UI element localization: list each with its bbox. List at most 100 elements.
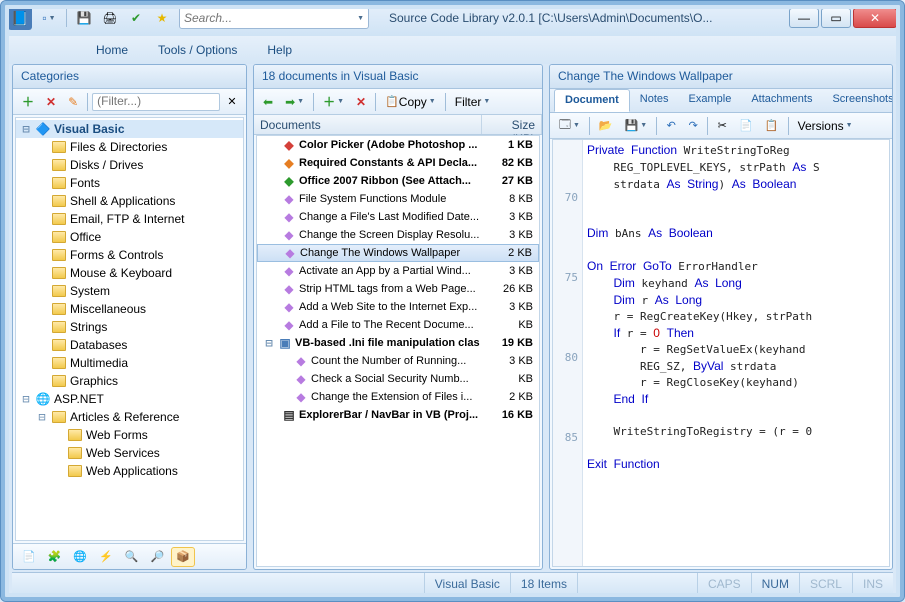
menu-help[interactable]: Help — [261, 40, 298, 60]
doc-row[interactable]: ⊟▣VB-based .Ini file manipulation clas19… — [257, 334, 539, 352]
tree-item[interactable]: Miscellaneous — [16, 300, 243, 318]
category-filter[interactable] — [92, 93, 220, 111]
tree-item[interactable]: Web Applications — [16, 462, 243, 480]
search-dropdown-icon[interactable]: ▼ — [357, 15, 364, 22]
tool-7[interactable]: 📦 — [171, 547, 195, 567]
doc-icon: ◆ — [282, 300, 296, 314]
tree-item[interactable]: Web Forms — [16, 426, 243, 444]
tree-label: Web Services — [86, 446, 160, 460]
minimize-button[interactable]: — — [789, 8, 819, 28]
add-doc-button[interactable]: ＋▼ — [318, 92, 349, 112]
favorite-button[interactable]: ★ — [151, 7, 173, 29]
filter-docs-button[interactable]: Filter▼ — [450, 92, 496, 112]
tab-notes[interactable]: Notes — [630, 89, 679, 112]
expand-icon[interactable]: ⊟ — [263, 336, 275, 350]
doc-row[interactable]: ◆Activate an App by a Partial Wind...3 K… — [257, 262, 539, 280]
tree-item[interactable]: Web Services — [16, 444, 243, 462]
code-editor[interactable]: 70 75 80 85 Private Function WriteString… — [552, 139, 890, 567]
tree-item[interactable]: Databases — [16, 336, 243, 354]
folder-icon — [68, 429, 82, 441]
tree-item[interactable]: Graphics — [16, 372, 243, 390]
versions-button[interactable]: Versions▼ — [793, 116, 858, 136]
save-code-button[interactable]: 💾▼ — [620, 116, 653, 136]
tab-attachments[interactable]: Attachments — [741, 89, 822, 112]
col-documents[interactable]: Documents — [254, 115, 482, 134]
code-content[interactable]: Private Function WriteStringToReg REG_TO… — [583, 140, 889, 566]
back-button[interactable]: ⬅ — [258, 92, 278, 112]
undo-button[interactable]: ↶ — [661, 116, 681, 136]
tab-screenshots[interactable]: Screenshots — [822, 89, 893, 112]
search-box[interactable]: ▼ — [179, 7, 369, 29]
expand-icon[interactable]: ⊟ — [20, 122, 32, 136]
folder-icon — [52, 411, 66, 423]
check-button[interactable]: ✔ — [125, 7, 147, 29]
delete-category-button[interactable]: ✕ — [41, 92, 61, 112]
col-size[interactable]: Size (KB) — [482, 115, 542, 134]
tree-item[interactable]: Email, FTP & Internet — [16, 210, 243, 228]
tool-3[interactable]: 🌐 — [68, 547, 92, 567]
doc-size: KB — [489, 373, 539, 385]
tool-1[interactable]: 📄 — [17, 547, 41, 567]
tree-item[interactable]: Mouse & Keyboard — [16, 264, 243, 282]
doc-row[interactable]: ▤ExplorerBar / NavBar in VB (Proj...16 K… — [257, 406, 539, 424]
maximize-button[interactable]: ▭ — [821, 8, 851, 28]
tree-item[interactable]: ⊟🔷Visual Basic — [16, 120, 243, 138]
doc-row[interactable]: ◆Required Constants & API Decla...82 KB — [257, 154, 539, 172]
tree-item[interactable]: Disks / Drives — [16, 156, 243, 174]
tree-item[interactable]: Office — [16, 228, 243, 246]
tree-item[interactable]: Multimedia — [16, 354, 243, 372]
filter-clear-button[interactable]: ✕ — [222, 92, 242, 112]
menu-tools[interactable]: Tools / Options — [152, 40, 243, 60]
menu-home[interactable]: Home — [90, 40, 134, 60]
doc-name: Count the Number of Running... — [311, 355, 489, 367]
tree-item[interactable]: System — [16, 282, 243, 300]
tab-example[interactable]: Example — [679, 89, 742, 112]
tool-2[interactable]: 🧩 — [43, 547, 67, 567]
tree-item[interactable]: Forms & Controls — [16, 246, 243, 264]
doc-row[interactable]: ◆Add a Web Site to the Internet Exp...3 … — [257, 298, 539, 316]
expand-icon[interactable]: ⊟ — [36, 410, 48, 424]
delete-doc-button[interactable]: ✕ — [351, 92, 371, 112]
tree-item[interactable]: ⊟🌐ASP.NET — [16, 390, 243, 408]
doc-row[interactable]: ◆Change the Extension of Files i...2 KB — [257, 388, 539, 406]
doc-row[interactable]: ◆Change the Screen Display Resolu...3 KB — [257, 226, 539, 244]
doc-row[interactable]: ◆Strip HTML tags from a Web Page...26 KB — [257, 280, 539, 298]
view-button[interactable]: 🗔▼ — [554, 116, 585, 136]
cut-button[interactable]: ✂ — [712, 116, 732, 136]
copy-button[interactable]: 📋 Copy▼ — [380, 92, 441, 112]
expand-icon[interactable]: ⊟ — [20, 392, 32, 406]
tree-item[interactable]: Shell & Applications — [16, 192, 243, 210]
category-tree[interactable]: ⊟🔷Visual BasicFiles & DirectoriesDisks /… — [15, 117, 244, 541]
documents-list[interactable]: ◆Color Picker (Adobe Photoshop ...1 KB◆R… — [256, 135, 540, 567]
tool-5[interactable]: 🔍 — [120, 547, 144, 567]
doc-row[interactable]: ◆Change a File's Last Modified Date...3 … — [257, 208, 539, 226]
search-input[interactable] — [184, 11, 355, 25]
add-category-button[interactable]: ＋ — [17, 92, 39, 112]
forward-button[interactable]: ➡▼ — [280, 92, 309, 112]
doc-name: Required Constants & API Decla... — [299, 157, 489, 169]
doc-row[interactable]: ◆Check a Social Security Numb...KB — [257, 370, 539, 388]
doc-row[interactable]: ◆Color Picker (Adobe Photoshop ...1 KB — [257, 136, 539, 154]
print-button[interactable]: 🖨 — [99, 7, 121, 29]
doc-row[interactable]: ◆Change The Windows Wallpaper2 KB — [257, 244, 539, 262]
close-button[interactable]: ✕ — [853, 8, 897, 28]
tree-item[interactable]: Files & Directories — [16, 138, 243, 156]
redo-button[interactable]: ↷ — [683, 116, 703, 136]
open-button[interactable]: 📂 — [594, 116, 618, 136]
doc-row[interactable]: ◆Office 2007 Ribbon (See Attach...27 KB — [257, 172, 539, 190]
copy-code-button[interactable]: 📄 — [734, 116, 758, 136]
tab-document[interactable]: Document — [554, 89, 630, 112]
doc-row[interactable]: ◆Count the Number of Running...3 KB — [257, 352, 539, 370]
new-button[interactable]: ▫▼ — [38, 7, 60, 29]
tree-item[interactable]: Fonts — [16, 174, 243, 192]
tree-item[interactable]: Strings — [16, 318, 243, 336]
doc-row[interactable]: ◆File System Functions Module8 KB — [257, 190, 539, 208]
tool-6[interactable]: 🔎 — [146, 547, 170, 567]
category-filter-input[interactable] — [97, 94, 215, 108]
doc-row[interactable]: ◆Add a File to The Recent Docume...KB — [257, 316, 539, 334]
edit-category-button[interactable]: ✎ — [63, 92, 83, 112]
tree-item[interactable]: ⊟Articles & Reference — [16, 408, 243, 426]
save-button[interactable]: 💾 — [73, 7, 95, 29]
tool-4[interactable]: ⚡ — [94, 547, 118, 567]
paste-button[interactable]: 📋 — [760, 116, 784, 136]
